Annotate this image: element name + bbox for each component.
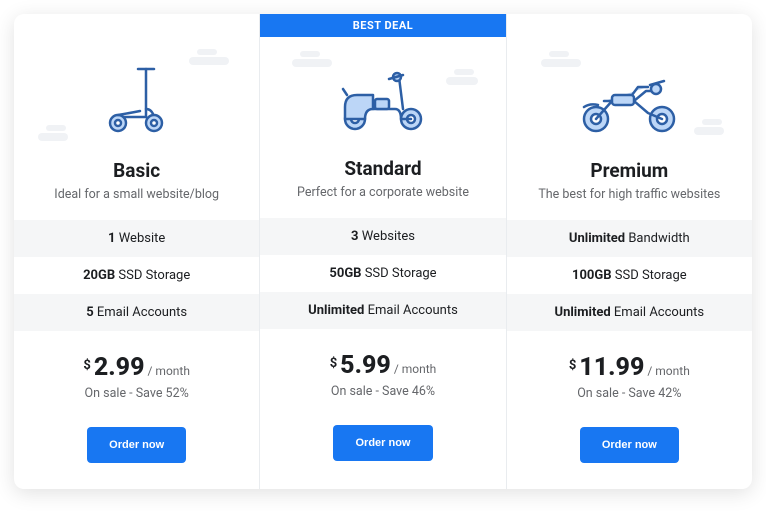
order-button[interactable]: Order now bbox=[87, 427, 186, 463]
currency-symbol: $ bbox=[330, 356, 337, 371]
cloud-decoration bbox=[292, 59, 332, 67]
price-value: 5.99 bbox=[340, 351, 391, 380]
scooter-icon bbox=[102, 59, 172, 139]
plan-feature: 5 Email Accounts bbox=[14, 294, 259, 331]
plan-icon-wrap bbox=[260, 37, 505, 157]
plan-feature: 100GB SSD Storage bbox=[507, 257, 752, 294]
price-period: / month bbox=[647, 364, 689, 378]
plan-title: Standard bbox=[260, 157, 505, 180]
plan-title: Basic bbox=[14, 159, 259, 182]
plan-subtitle: Perfect for a corporate website bbox=[260, 185, 505, 200]
plan-feature: 20GB SSD Storage bbox=[14, 257, 259, 294]
plan-basic: Basic Ideal for a small website/blog 1 W… bbox=[14, 14, 260, 489]
price-block: $ 2.99 / month On sale - Save 52% bbox=[14, 331, 259, 409]
cloud-decoration bbox=[541, 59, 581, 67]
plan-badge bbox=[14, 14, 259, 39]
price-block: $ 5.99 / month On sale - Save 46% bbox=[260, 329, 505, 407]
plan-feature: Unlimited Bandwidth bbox=[507, 220, 752, 257]
plan-feature: 50GB SSD Storage bbox=[260, 255, 505, 292]
currency-symbol: $ bbox=[83, 358, 90, 373]
moped-icon bbox=[333, 57, 433, 137]
cloud-decoration bbox=[38, 133, 68, 141]
motorcycle-icon bbox=[574, 59, 684, 139]
cloud-decoration bbox=[694, 127, 724, 135]
plan-feature: 1 Website bbox=[14, 220, 259, 257]
price-period: / month bbox=[394, 362, 436, 376]
sale-text: On sale - Save 42% bbox=[507, 386, 752, 401]
pricing-table: Basic Ideal for a small website/blog 1 W… bbox=[14, 14, 752, 489]
plan-premium: Premium The best for high traffic websit… bbox=[507, 14, 752, 489]
sale-text: On sale - Save 46% bbox=[260, 384, 505, 399]
plan-feature: 3 Websites bbox=[260, 218, 505, 255]
order-button[interactable]: Order now bbox=[580, 427, 679, 463]
plan-icon-wrap bbox=[507, 39, 752, 159]
plan-icon-wrap bbox=[14, 39, 259, 159]
order-button[interactable]: Order now bbox=[333, 425, 432, 461]
plan-badge-best-deal: BEST DEAL bbox=[260, 14, 505, 37]
plan-badge bbox=[507, 14, 752, 39]
price-value: 11.99 bbox=[579, 353, 644, 382]
plan-feature: Unlimited Email Accounts bbox=[507, 294, 752, 331]
price-value: 2.99 bbox=[94, 353, 145, 382]
plan-subtitle: Ideal for a small website/blog bbox=[14, 187, 259, 202]
plan-standard: BEST DEAL bbox=[260, 14, 506, 489]
cloud-decoration bbox=[189, 57, 229, 65]
cloud-decoration bbox=[446, 77, 478, 85]
plan-title: Premium bbox=[507, 159, 752, 182]
currency-symbol: $ bbox=[569, 358, 576, 373]
price-period: / month bbox=[148, 364, 190, 378]
plan-subtitle: The best for high traffic websites bbox=[507, 187, 752, 202]
plan-feature: Unlimited Email Accounts bbox=[260, 292, 505, 329]
price-block: $ 11.99 / month On sale - Save 42% bbox=[507, 331, 752, 409]
sale-text: On sale - Save 52% bbox=[14, 386, 259, 401]
